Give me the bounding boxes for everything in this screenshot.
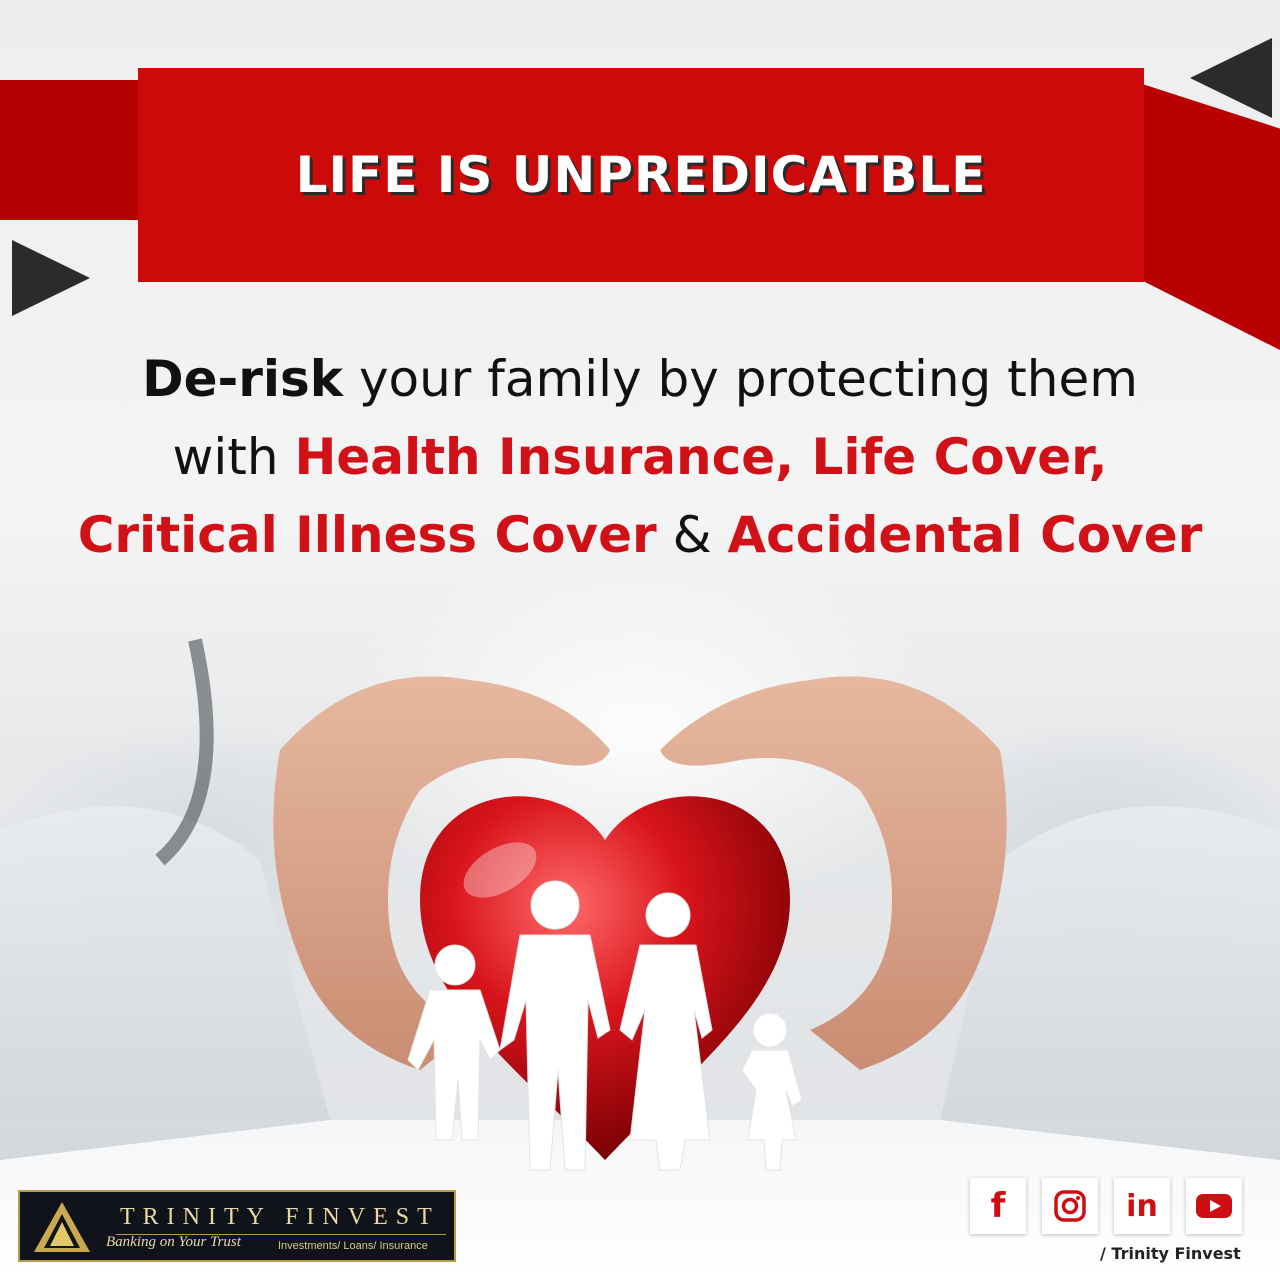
headline-line-2: with Health Insurance, Life Cover, (40, 418, 1240, 496)
headline-text: with (172, 428, 295, 486)
headline-highlight: Accidental Cover (727, 506, 1203, 564)
triangle-left-icon (12, 240, 90, 316)
headline-line-3: Critical Illness Cover & Accidental Cove… (40, 496, 1240, 574)
youtube-link[interactable] (1186, 1178, 1242, 1234)
instagram-icon (1054, 1190, 1086, 1222)
logo-name: TRINITY FINVEST (120, 1204, 440, 1230)
headline: De-risk your family by protecting them w… (40, 340, 1240, 574)
ribbon-tail-right (1130, 80, 1280, 350)
pyramid-logo-icon (34, 1202, 90, 1252)
facebook-link[interactable]: f (970, 1178, 1026, 1234)
ribbon-tail-left (0, 80, 140, 220)
headline-highlight: Health Insurance, Life Cover, (294, 428, 1108, 486)
hands-heart-family-illustration (0, 638, 1280, 1171)
headline-text: & (656, 506, 728, 564)
linkedin-link[interactable]: in (1114, 1178, 1170, 1234)
headline-line-1: De-risk your family by protecting them (40, 340, 1240, 418)
headline-text: your family by protecting them (343, 350, 1138, 408)
headline-highlight: Critical Illness Cover (77, 506, 657, 564)
logo-services: Investments/ Loans/ Insurance (278, 1240, 428, 1252)
social-handle: / Trinity Finvest (1100, 1244, 1241, 1263)
trinity-finvest-logo: TRINITY FINVEST Banking on Your Trust In… (18, 1190, 456, 1262)
instagram-link[interactable] (1042, 1178, 1098, 1234)
linkedin-icon: in (1126, 1188, 1158, 1224)
facebook-icon: f (990, 1186, 1006, 1226)
logo-tagline: Banking on Your Trust (106, 1234, 241, 1250)
youtube-icon (1196, 1194, 1232, 1218)
social-links: f in (970, 1178, 1242, 1234)
title-banner: LIFE IS UNPREDICATBLE (138, 68, 1144, 282)
headline-emphasis: De-risk (142, 350, 344, 408)
banner-title: LIFE IS UNPREDICATBLE (295, 146, 987, 204)
triangle-right-icon (1190, 38, 1272, 118)
